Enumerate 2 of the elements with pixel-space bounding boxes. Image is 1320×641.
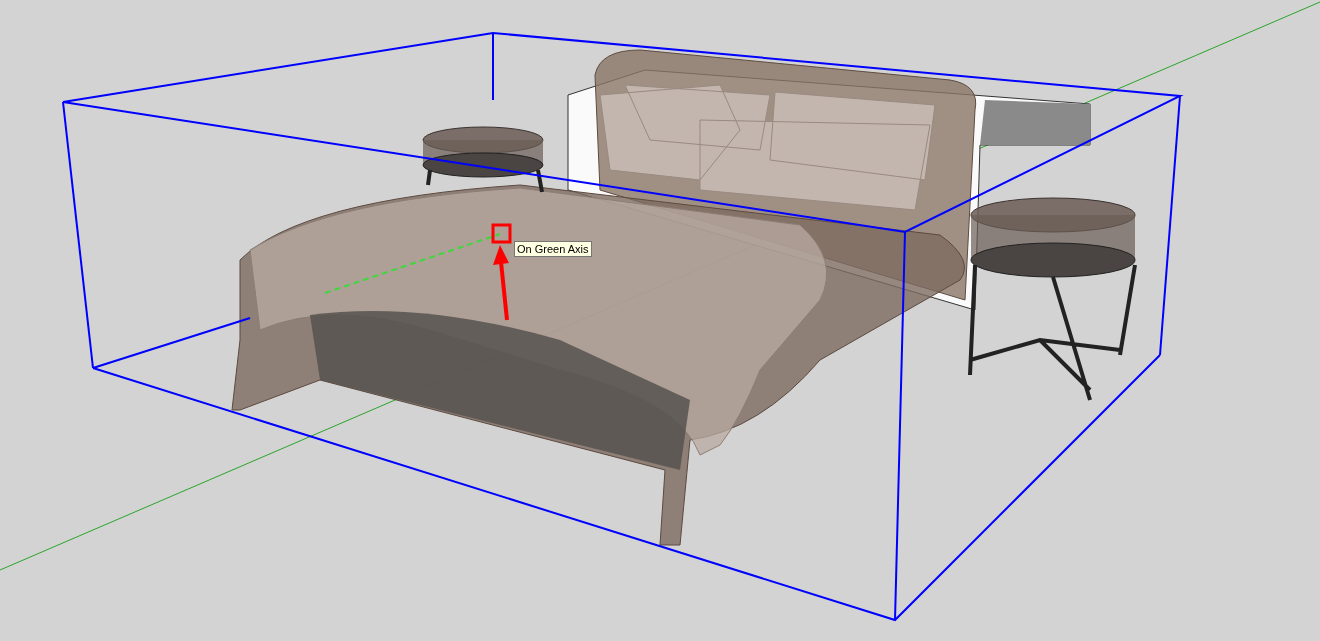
tooltip: On Green Axis [514,241,592,257]
inference-marker [491,223,512,244]
